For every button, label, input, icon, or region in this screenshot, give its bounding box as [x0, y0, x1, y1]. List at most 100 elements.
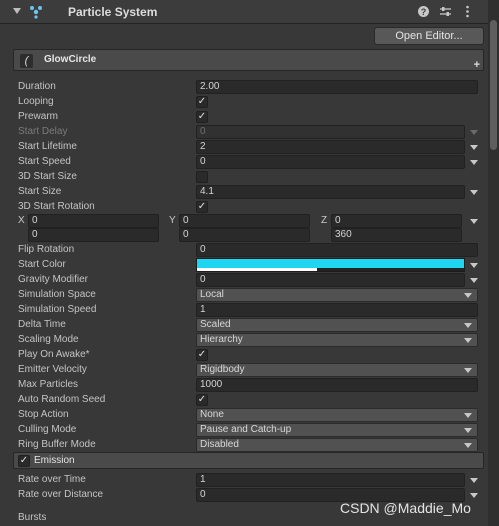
start-size-field[interactable]: 4.1: [196, 185, 465, 199]
rate-over-time-field[interactable]: 1: [196, 473, 465, 487]
chevron-down-icon: [464, 443, 472, 448]
max-particles-field[interactable]: 1000: [196, 378, 478, 392]
bursts-label: Bursts: [18, 512, 47, 523]
row-rate-over-time: Rate over Time 1: [0, 473, 488, 488]
row-culling-mode: Culling Mode Pause and Catch-up: [0, 423, 488, 438]
row-auto-random-seed: Auto Random Seed ✓: [0, 393, 488, 408]
start-speed-field[interactable]: 0: [196, 155, 465, 169]
delta-time-dropdown[interactable]: Scaled: [196, 318, 478, 332]
component-title: Particle System: [68, 5, 158, 19]
chevron-down-icon: [464, 338, 472, 343]
start-speed-mode-dropdown[interactable]: [470, 160, 478, 165]
start-size-mode-dropdown[interactable]: [470, 190, 478, 195]
play-on-awake-label: Play On Awake*: [18, 349, 90, 360]
looping-label: Looping: [18, 96, 54, 107]
looping-checkbox[interactable]: ✓: [196, 96, 208, 108]
simulation-space-dropdown[interactable]: Local: [196, 288, 478, 302]
ring-buffer-mode-dropdown[interactable]: Disabled: [196, 438, 478, 452]
simulation-space-value: Local: [200, 289, 224, 300]
start-color-label: Start Color: [18, 259, 66, 270]
row-scaling-mode: Scaling Mode Hierarchy: [0, 333, 488, 348]
help-icon[interactable]: ?: [417, 5, 430, 18]
row-simulation-space: Simulation Space Local: [0, 288, 488, 303]
emission-title: Emission: [34, 455, 75, 466]
prewarm-checkbox[interactable]: ✓: [196, 111, 208, 123]
rate-over-distance-mode-dropdown[interactable]: [470, 493, 478, 498]
emission-enable-checkbox[interactable]: ✓: [18, 455, 30, 467]
row-simulation-speed: Simulation Speed 1: [0, 303, 488, 318]
rotation-z-max-field[interactable]: 360: [331, 228, 462, 242]
chevron-down-icon: [464, 413, 472, 418]
simulation-space-label: Simulation Space: [18, 289, 96, 300]
row-start-delay: Start Delay 0: [0, 125, 488, 140]
3d-start-size-checkbox[interactable]: [196, 171, 208, 183]
rate-over-time-label: Rate over Time: [18, 474, 86, 485]
row-stop-action: Stop Action None: [0, 408, 488, 423]
duration-field[interactable]: 2.00: [196, 80, 478, 94]
emission-module-header[interactable]: ✓ Emission: [13, 452, 484, 469]
chevron-down-icon: [464, 323, 472, 328]
rotation-z-min-field[interactable]: 0: [331, 214, 462, 228]
start-lifetime-label: Start Lifetime: [18, 141, 77, 152]
rotation-x-min-field[interactable]: 0: [28, 214, 159, 228]
scaling-mode-label: Scaling Mode: [18, 334, 79, 345]
max-particles-label: Max Particles: [18, 379, 79, 390]
3d-start-size-label: 3D Start Size: [18, 171, 77, 182]
scaling-mode-dropdown[interactable]: Hierarchy: [196, 333, 478, 347]
main-module-header[interactable]: ( GlowCircle +: [13, 49, 484, 71]
auto-random-seed-checkbox[interactable]: ✓: [196, 394, 208, 406]
3d-start-rotation-checkbox[interactable]: ✓: [196, 201, 208, 213]
vertical-scrollbar[interactable]: [488, 0, 499, 526]
rotation-y-min-field[interactable]: 0: [179, 214, 310, 228]
row-3d-start-size: 3D Start Size: [0, 170, 488, 185]
row-max-particles: Max Particles 1000: [0, 378, 488, 393]
play-on-awake-checkbox[interactable]: ✓: [196, 349, 208, 361]
simulation-speed-label: Simulation Speed: [18, 304, 97, 315]
row-3d-start-rotation: 3D Start Rotation ✓: [0, 200, 488, 215]
start-lifetime-mode-dropdown[interactable]: [470, 145, 478, 150]
rate-over-time-mode-dropdown[interactable]: [470, 478, 478, 483]
row-gravity-modifier: Gravity Modifier 0: [0, 273, 488, 288]
open-editor-button[interactable]: Open Editor...: [374, 27, 484, 45]
more-options-icon[interactable]: [461, 5, 474, 18]
scrollbar-thumb[interactable]: [490, 20, 497, 150]
culling-mode-value: Pause and Catch-up: [200, 424, 292, 435]
auto-random-seed-label: Auto Random Seed: [18, 394, 106, 405]
start-color-field[interactable]: [196, 258, 465, 272]
rotation-y-max-field[interactable]: 0: [179, 228, 310, 242]
stop-action-value: None: [200, 409, 224, 420]
rotation-z-label: Z: [321, 215, 328, 226]
start-color-alpha-bar: [197, 268, 318, 271]
rotation-x-max-field[interactable]: 0: [28, 228, 159, 242]
start-delay-mode-dropdown[interactable]: [470, 130, 478, 135]
row-looping: Looping ✓: [0, 95, 488, 110]
gravity-modifier-mode-dropdown[interactable]: [470, 278, 478, 283]
culling-mode-dropdown[interactable]: Pause and Catch-up: [196, 423, 478, 437]
chevron-down-icon: [464, 428, 472, 433]
preset-sliders-icon[interactable]: [439, 5, 452, 18]
start-rotation-mode-dropdown[interactable]: [470, 219, 478, 224]
chevron-down-icon: [464, 368, 472, 373]
simulation-speed-field[interactable]: 1: [196, 303, 478, 317]
row-duration: Duration 2.00: [0, 80, 488, 95]
row-start-color: Start Color: [0, 258, 488, 273]
start-lifetime-field[interactable]: 2: [196, 140, 465, 154]
gravity-modifier-label: Gravity Modifier: [18, 274, 89, 285]
row-emitter-velocity: Emitter Velocity Rigidbody: [0, 363, 488, 378]
row-flip-rotation: Flip Rotation 0: [0, 243, 488, 258]
start-speed-label: Start Speed: [18, 156, 71, 167]
start-color-mode-dropdown[interactable]: [470, 263, 478, 268]
add-module-icon[interactable]: +: [474, 59, 480, 71]
stop-action-dropdown[interactable]: None: [196, 408, 478, 422]
row-play-on-awake: Play On Awake* ✓: [0, 348, 488, 363]
gravity-modifier-field[interactable]: 0: [196, 273, 465, 287]
emitter-velocity-dropdown[interactable]: Rigidbody: [196, 363, 478, 377]
start-color-swatch: [197, 259, 464, 268]
start-delay-field[interactable]: 0: [196, 125, 465, 139]
row-delta-time: Delta Time Scaled: [0, 318, 488, 333]
rate-over-distance-label: Rate over Distance: [18, 489, 104, 500]
delta-time-value: Scaled: [200, 319, 231, 330]
flip-rotation-field[interactable]: 0: [196, 243, 478, 257]
foldout-arrow-icon[interactable]: [13, 8, 21, 14]
row-ring-buffer-mode: Ring Buffer Mode Disabled: [0, 438, 488, 453]
